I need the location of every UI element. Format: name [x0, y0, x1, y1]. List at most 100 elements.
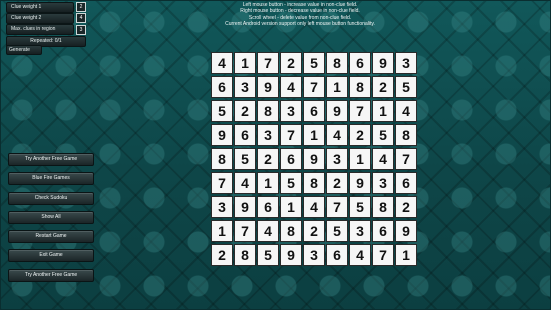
option-max-clues: Max. clues in region 3: [6, 24, 86, 36]
option-label: Clue weight 2: [6, 12, 74, 24]
sudoku-cell[interactable]: 6: [304, 101, 324, 121]
sudoku-cell[interactable]: 4: [258, 221, 278, 241]
sudoku-cell[interactable]: 7: [350, 101, 370, 121]
generate-button[interactable]: Generate: [6, 45, 42, 55]
sudoku-cell[interactable]: 3: [281, 101, 301, 121]
sudoku-cell[interactable]: 2: [350, 125, 370, 145]
sudoku-cell[interactable]: 1: [281, 197, 301, 217]
sudoku-cell[interactable]: 1: [212, 221, 232, 241]
blue-fire-games-button[interactable]: Blue Fire Games: [8, 172, 94, 186]
sudoku-cell[interactable]: 3: [212, 197, 232, 217]
sudoku-cell[interactable]: 3: [304, 245, 324, 265]
option-label: Max. clues in region: [6, 24, 74, 36]
sudoku-cell[interactable]: 7: [235, 221, 255, 241]
sudoku-cell[interactable]: 6: [396, 173, 416, 193]
sudoku-cell[interactable]: 5: [304, 53, 324, 73]
sudoku-cell[interactable]: 2: [373, 77, 393, 97]
sudoku-cell[interactable]: 5: [327, 221, 347, 241]
sudoku-cell[interactable]: 3: [350, 221, 370, 241]
sudoku-cell[interactable]: 1: [258, 173, 278, 193]
sudoku-cell[interactable]: 8: [327, 53, 347, 73]
check-sudoku-button[interactable]: Check Sudoku: [8, 191, 94, 205]
option-label: Clue weight 1: [6, 1, 74, 13]
sudoku-cell[interactable]: 1: [304, 125, 324, 145]
sudoku-cell[interactable]: 2: [258, 149, 278, 169]
sudoku-cell[interactable]: 3: [235, 77, 255, 97]
sudoku-cell[interactable]: 8: [235, 245, 255, 265]
sudoku-cell[interactable]: 2: [212, 245, 232, 265]
sudoku-cell[interactable]: 5: [235, 149, 255, 169]
sudoku-cell[interactable]: 4: [212, 53, 232, 73]
sudoku-cell[interactable]: 2: [281, 53, 301, 73]
sudoku-cell[interactable]: 7: [281, 125, 301, 145]
sudoku-cell[interactable]: 1: [396, 245, 416, 265]
sudoku-cell[interactable]: 6: [350, 53, 370, 73]
sudoku-cell[interactable]: 4: [396, 101, 416, 121]
sudoku-cell[interactable]: 4: [281, 77, 301, 97]
sudoku-cell[interactable]: 9: [304, 149, 324, 169]
sudoku-cell[interactable]: 8: [373, 197, 393, 217]
sudoku-cell[interactable]: 3: [373, 173, 393, 193]
sudoku-cell[interactable]: 4: [350, 245, 370, 265]
sudoku-cell[interactable]: 6: [373, 221, 393, 241]
try-another-free-game-button-2[interactable]: Try Another Free Game: [8, 268, 94, 282]
sudoku-cell[interactable]: 5: [281, 173, 301, 193]
sudoku-cell[interactable]: 5: [396, 77, 416, 97]
sudoku-cell[interactable]: 6: [235, 125, 255, 145]
show-all-button[interactable]: Show All: [8, 210, 94, 224]
sudoku-cell[interactable]: 7: [258, 53, 278, 73]
sudoku-cell[interactable]: 5: [212, 101, 232, 121]
sudoku-cell[interactable]: 2: [235, 101, 255, 121]
sudoku-cell[interactable]: 5: [350, 197, 370, 217]
option-clue-weight-2: Clue weight 2 4: [6, 12, 86, 24]
sudoku-cell[interactable]: 2: [396, 197, 416, 217]
sudoku-grid: 4172586936394718255283697149637142588526…: [212, 53, 416, 265]
sudoku-cell[interactable]: 7: [212, 173, 232, 193]
sudoku-cell[interactable]: 4: [327, 125, 347, 145]
sudoku-cell[interactable]: 8: [396, 125, 416, 145]
sudoku-cell[interactable]: 3: [396, 53, 416, 73]
sudoku-cell[interactable]: 4: [235, 173, 255, 193]
sudoku-cell[interactable]: 4: [373, 149, 393, 169]
sudoku-cell[interactable]: 8: [350, 77, 370, 97]
sudoku-cell[interactable]: 6: [212, 77, 232, 97]
sudoku-cell[interactable]: 9: [281, 245, 301, 265]
sudoku-cell[interactable]: 8: [281, 221, 301, 241]
sudoku-cell[interactable]: 2: [327, 173, 347, 193]
sudoku-cell[interactable]: 4: [304, 197, 324, 217]
sudoku-cell[interactable]: 1: [235, 53, 255, 73]
sudoku-cell[interactable]: 9: [350, 173, 370, 193]
sudoku-cell[interactable]: 3: [327, 149, 347, 169]
option-value-field[interactable]: 2: [76, 2, 86, 12]
restart-game-button[interactable]: Restart Game: [8, 230, 94, 244]
sudoku-cell[interactable]: 7: [373, 245, 393, 265]
sudoku-cell[interactable]: 8: [304, 173, 324, 193]
sudoku-cell[interactable]: 9: [327, 101, 347, 121]
sudoku-cell[interactable]: 5: [373, 125, 393, 145]
sudoku-cell[interactable]: 7: [327, 197, 347, 217]
sudoku-cell[interactable]: 9: [373, 53, 393, 73]
sudoku-cell[interactable]: 7: [396, 149, 416, 169]
sudoku-cell[interactable]: 1: [373, 101, 393, 121]
sudoku-cell[interactable]: 9: [396, 221, 416, 241]
sudoku-cell[interactable]: 1: [350, 149, 370, 169]
sudoku-cell[interactable]: 6: [327, 245, 347, 265]
sudoku-cell[interactable]: 6: [258, 197, 278, 217]
sudoku-cell[interactable]: 5: [258, 245, 278, 265]
sudoku-cell[interactable]: 8: [258, 101, 278, 121]
sudoku-cell[interactable]: 6: [281, 149, 301, 169]
sudoku-cell[interactable]: 9: [235, 197, 255, 217]
try-another-free-game-button[interactable]: Try Another Free Game: [8, 153, 94, 166]
option-value-field[interactable]: 3: [76, 24, 86, 35]
sudoku-cell[interactable]: 3: [258, 125, 278, 145]
sudoku-cell[interactable]: 2: [304, 221, 324, 241]
sudoku-cell[interactable]: 7: [304, 77, 324, 97]
sudoku-cell[interactable]: 9: [258, 77, 278, 97]
sudoku-cell[interactable]: 8: [212, 149, 232, 169]
instruction-line: Current Android version support only lef…: [225, 20, 375, 27]
sudoku-cell[interactable]: 1: [327, 77, 347, 97]
sudoku-cell[interactable]: 9: [212, 125, 232, 145]
option-value-field[interactable]: 4: [76, 13, 86, 24]
options-panel: Clue weight 1 2 Clue weight 2 4 Max. clu…: [6, 1, 86, 47]
exit-game-button[interactable]: Exit Game: [8, 249, 94, 263]
